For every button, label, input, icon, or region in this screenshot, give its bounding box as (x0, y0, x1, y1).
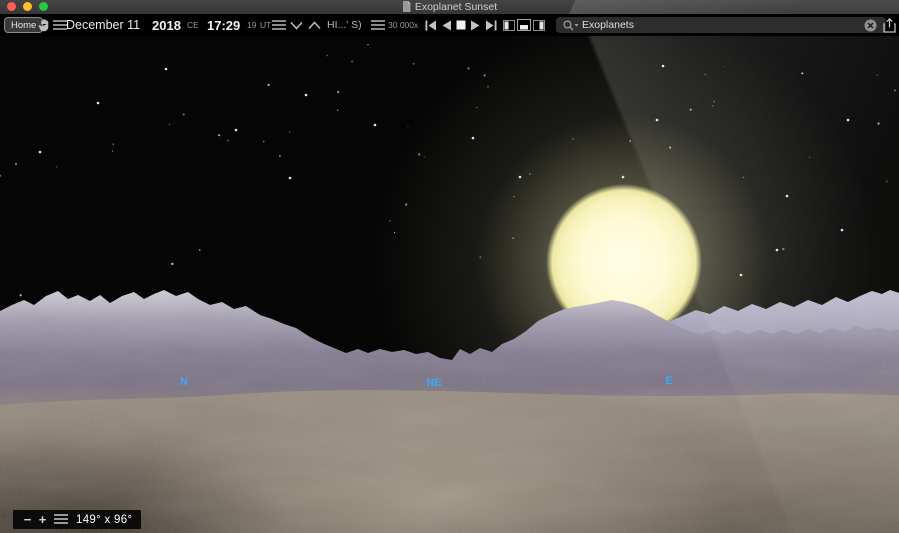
time-display[interactable]: 17:29 (207, 14, 240, 36)
pan-hand-icon[interactable] (38, 14, 51, 36)
coordinates-display: HI...' S) (327, 14, 362, 36)
left-panel-toggle-icon[interactable] (503, 14, 515, 36)
seconds-display: 19 (247, 14, 256, 36)
app-window: { "window": { "title": "Exoplanet Sunset… (0, 0, 899, 533)
fov-control-bar: − + 149° x 96° (13, 510, 141, 529)
play-button[interactable] (470, 14, 481, 36)
chevron-up-icon[interactable] (308, 14, 321, 36)
chevron-down-icon[interactable] (290, 14, 303, 36)
sky-viewport[interactable]: N NE E (0, 0, 899, 533)
window-title-text: Exoplanet Sunset (415, 1, 497, 13)
bottom-panel-toggle-icon[interactable] (517, 14, 531, 36)
compass-label-e: E (665, 375, 672, 387)
window-titlebar[interactable]: Exoplanet Sunset (0, 0, 899, 14)
datetime-menu-icon[interactable] (53, 14, 67, 36)
year-display[interactable]: 2018 (152, 14, 181, 36)
compass-label-ne: NE (426, 377, 441, 389)
compass-label-n: N (180, 376, 188, 388)
toolbar: Home December 11 2018 CE 17:29 19 UT HI.… (0, 14, 899, 36)
date-display[interactable]: December 11 (66, 14, 140, 36)
timezone-label: UT (260, 14, 271, 36)
fov-display: 149° x 96° (76, 514, 132, 526)
skip-forward-button[interactable] (485, 14, 498, 36)
time-rate-display: 30 000x (388, 14, 418, 36)
right-panel-toggle-icon[interactable] (533, 14, 545, 36)
rate-menu-icon[interactable] (371, 14, 385, 36)
stop-button[interactable] (456, 14, 466, 36)
search-field-container (556, 17, 886, 33)
zoom-out-button[interactable]: − (20, 512, 35, 527)
step-back-button[interactable] (441, 14, 452, 36)
clear-search-button[interactable] (864, 14, 877, 36)
skip-back-button[interactable] (424, 14, 437, 36)
search-input[interactable] (556, 17, 886, 33)
window-title: Exoplanet Sunset (0, 0, 899, 14)
zoom-in-button[interactable]: + (35, 512, 50, 527)
share-icon[interactable] (883, 14, 896, 36)
time-flow-menu-icon[interactable] (272, 14, 286, 36)
search-icon[interactable] (563, 20, 579, 31)
fov-menu-icon[interactable] (54, 511, 68, 529)
era-label: CE (187, 14, 199, 36)
